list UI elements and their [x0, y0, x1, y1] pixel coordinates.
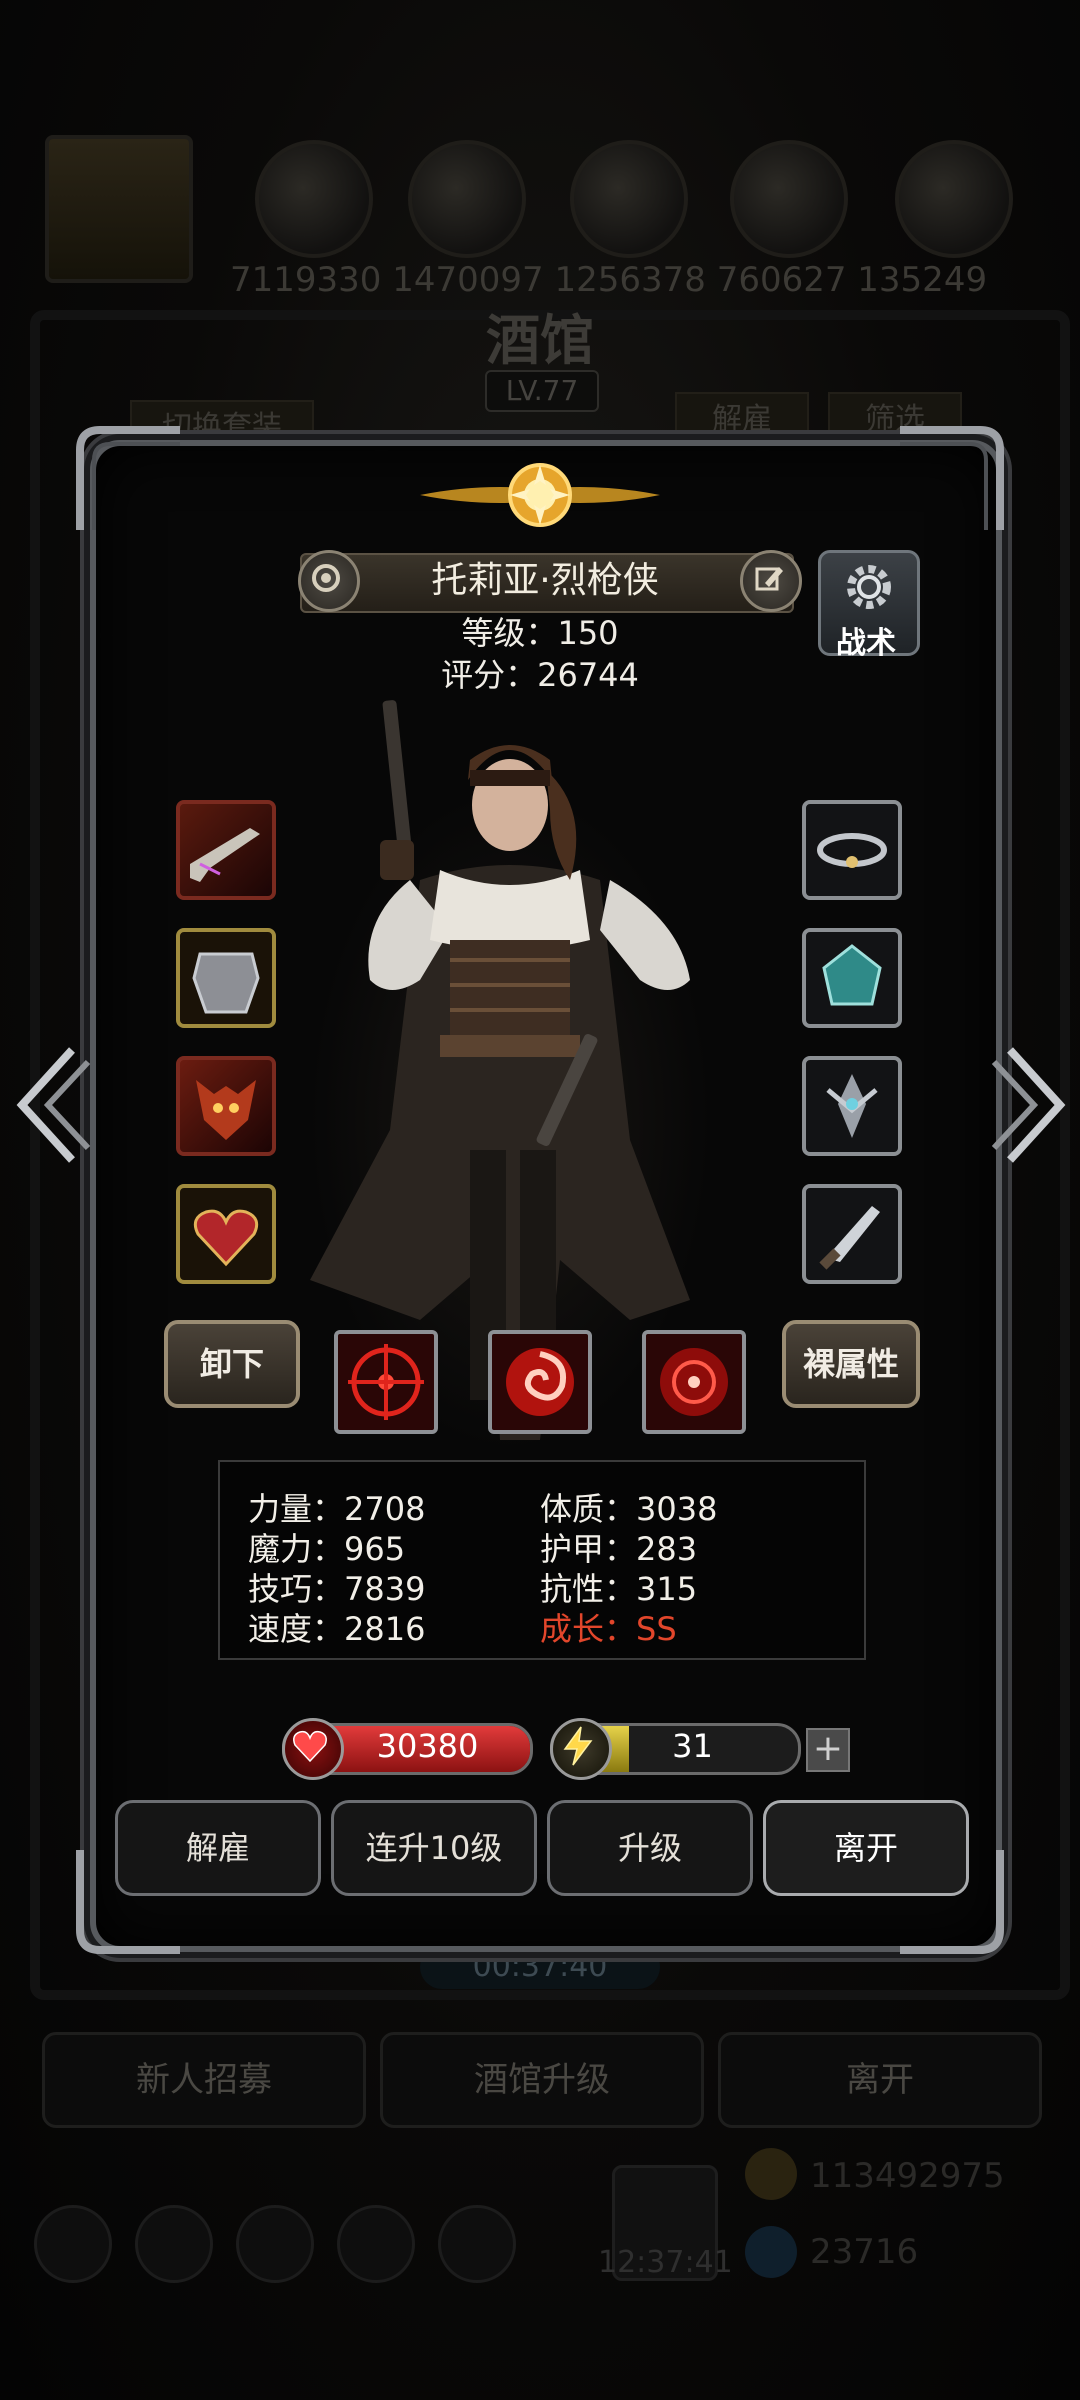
skill-slot-1[interactable] [334, 1330, 438, 1434]
nav-guild-icon[interactable] [438, 2205, 516, 2283]
heart-icon [282, 1718, 344, 1780]
hp-value: 30380 [376, 1727, 479, 1765]
wood-resource-icon [408, 140, 526, 258]
dismiss-button[interactable]: 解雇 [115, 1800, 321, 1896]
leave-button[interactable]: 离开 [763, 1800, 969, 1896]
prev-hero-arrow-icon[interactable] [12, 1040, 92, 1170]
hero-portrait-icon [45, 135, 193, 283]
gem-icon [822, 944, 882, 1006]
swirl-skill-icon [506, 1348, 574, 1416]
heart-amulet-icon [193, 1209, 259, 1267]
pistol-icon [190, 828, 260, 882]
level-up-10-button[interactable]: 连升10级 [331, 1800, 537, 1896]
upgrade-button[interactable]: 升级 [547, 1800, 753, 1896]
nav-hero-icon[interactable] [135, 2205, 213, 2283]
dagger-icon [819, 1206, 880, 1270]
edit-name-icon[interactable] [740, 550, 802, 612]
iron-resource-icon [895, 140, 1013, 258]
ring-slot[interactable] [802, 800, 902, 900]
weapon-slot[interactable] [176, 800, 276, 900]
amulet-slot[interactable] [176, 1184, 276, 1284]
lightning-icon [550, 1718, 612, 1780]
base-attr-button[interactable]: 裸属性 [782, 1320, 920, 1408]
hero-level: 等级：150 [461, 614, 619, 652]
recruit-button[interactable]: 新人招募 [42, 2032, 366, 2128]
bg-leave-button[interactable]: 离开 [718, 2032, 1042, 2128]
emblem-icon [826, 1074, 878, 1138]
hero-name: 托莉亚·烈枪侠 [431, 560, 659, 601]
nav-home-icon[interactable] [34, 2205, 112, 2283]
unequip-button[interactable]: 卸下 [164, 1320, 300, 1408]
panel-ornament-top-right [900, 426, 1004, 530]
demon-mask-icon [196, 1080, 256, 1140]
clock: 12:37:41 [598, 2245, 733, 2280]
sun-emblem-icon [420, 463, 660, 527]
tactic-label: 战术 [836, 626, 896, 661]
gem-slot[interactable] [802, 928, 902, 1028]
dagger-slot[interactable] [802, 1184, 902, 1284]
hero-score: 评分：26744 [441, 656, 639, 694]
ring-icon [817, 833, 887, 868]
nav-bag-icon[interactable] [236, 2205, 314, 2283]
crystal-resource-icon [730, 140, 848, 258]
armor-slot[interactable] [176, 928, 276, 1028]
target-skill-icon [660, 1348, 728, 1416]
stat-speed: 速度：2816 [248, 1610, 426, 1648]
resource-numbers: 7119330 1470097 1256378 760627 135249 [230, 260, 988, 300]
gem-icon [745, 2226, 797, 2278]
stat-growth: 成长：SS [540, 1610, 677, 1648]
armor-icon [192, 952, 260, 1014]
next-hero-arrow-icon[interactable] [990, 1040, 1070, 1170]
energy-value: 31 [672, 1727, 713, 1765]
tavern-title: 酒馆 [486, 308, 594, 372]
nav-map-icon[interactable] [337, 2205, 415, 2283]
crosshair-skill-icon [348, 1344, 424, 1420]
add-energy-button[interactable]: + [806, 1728, 850, 1772]
tavern-level: LV.77 [485, 370, 599, 412]
gold-amount: 113492975 [810, 2156, 1005, 2196]
stone-resource-icon [570, 140, 688, 258]
emblem-slot[interactable] [802, 1056, 902, 1156]
panel-ornament-top-left [76, 426, 180, 530]
gear-icon [847, 565, 891, 609]
gold-coin-icon [745, 2148, 797, 2200]
gem-amount: 23716 [810, 2232, 919, 2272]
skill-slot-3[interactable] [642, 1330, 746, 1434]
skill-slot-2[interactable] [488, 1330, 592, 1434]
food-resource-icon [255, 140, 373, 258]
helmet-slot[interactable] [176, 1056, 276, 1156]
tavern-upgrade-button[interactable]: 酒馆升级 [380, 2032, 704, 2128]
